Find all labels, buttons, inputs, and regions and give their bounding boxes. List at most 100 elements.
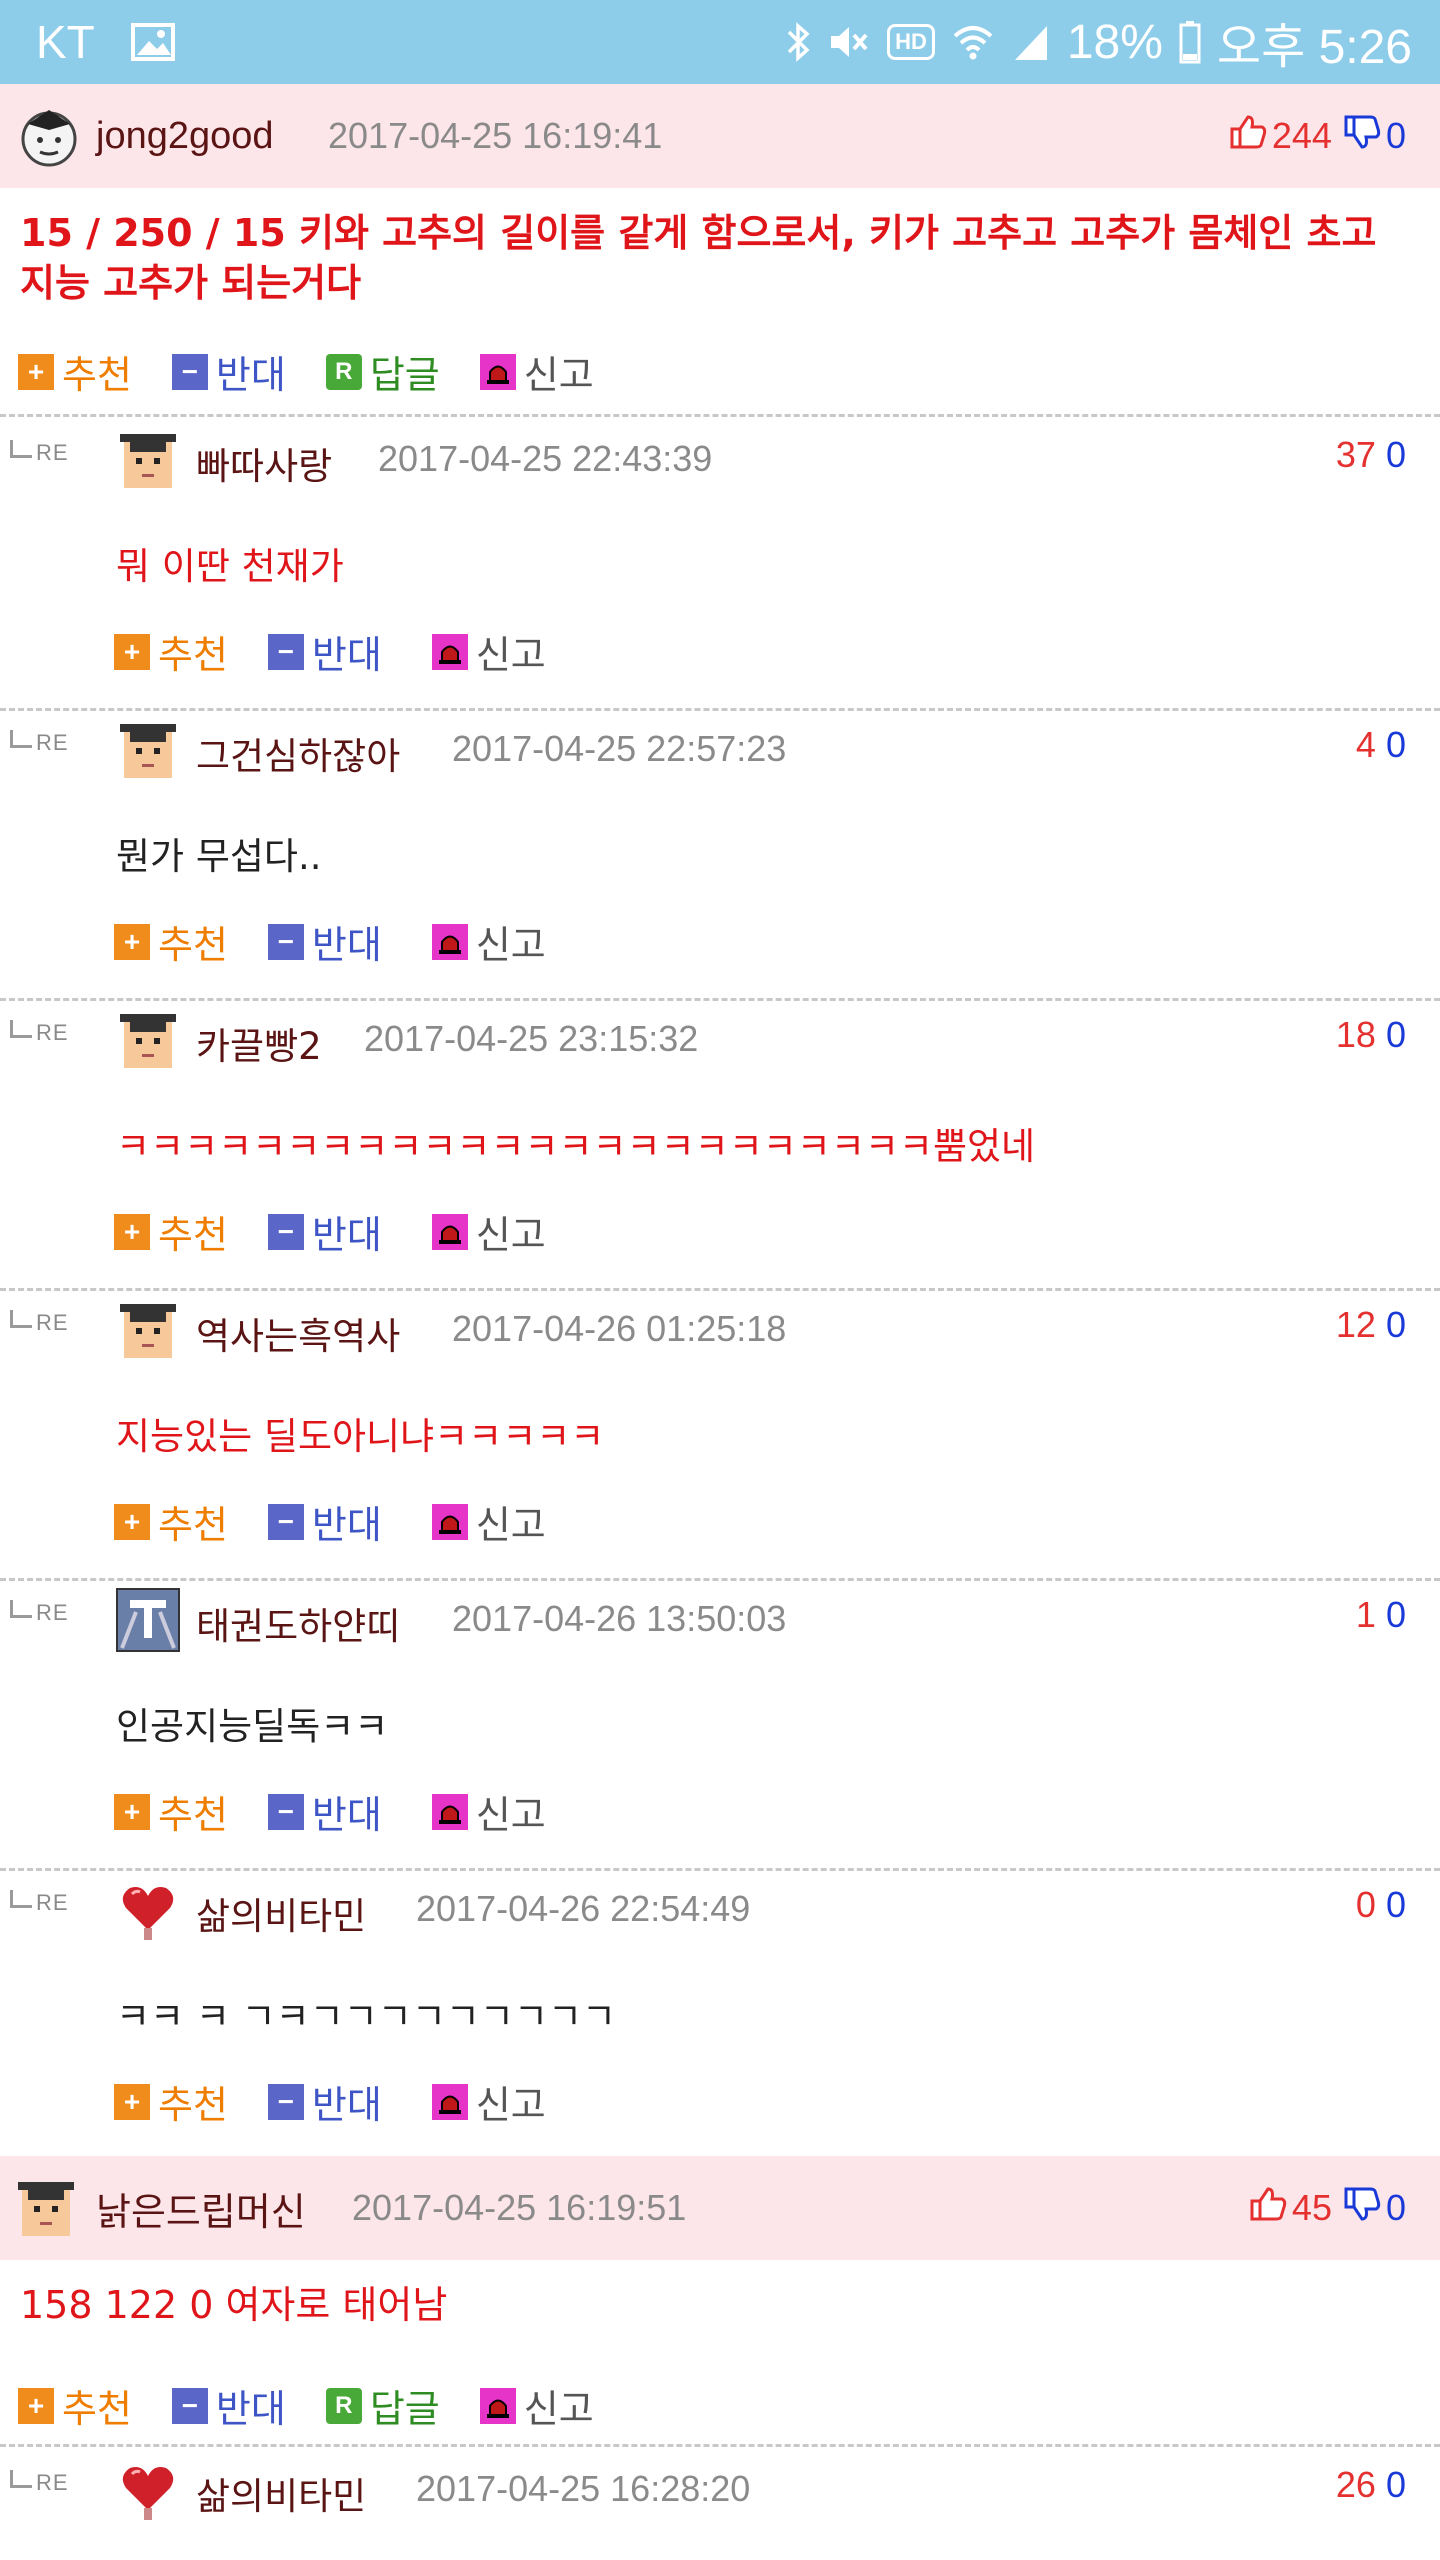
- recommend-button[interactable]: + 추천: [114, 1494, 228, 1549]
- reply-date: 2017-04-26 22:54:49: [416, 1888, 751, 1929]
- recommend-button[interactable]: + 추천: [114, 914, 228, 969]
- siren-icon: [431, 1793, 468, 1830]
- avatar: [116, 718, 180, 782]
- reply-arrow-icon: RE: [10, 1890, 69, 1916]
- reply-date: 2017-04-26 13:50:03: [452, 1598, 787, 1639]
- siren-icon: [479, 2387, 516, 2424]
- oppose-button[interactable]: − 반대: [267, 1204, 382, 1259]
- minus-icon: −: [267, 923, 304, 960]
- plus-icon: +: [114, 1503, 150, 1540]
- oppose-button[interactable]: − 반대: [171, 344, 286, 399]
- divider: [0, 2444, 1440, 2447]
- report-button[interactable]: 신고: [431, 624, 546, 679]
- reply-votes: 4 0: [1356, 724, 1406, 766]
- upvote-count: 0: [1355, 1884, 1376, 1925]
- upvote-count: 26: [1335, 2464, 1376, 2505]
- status-bar: KT HD 18% 오후 5:26: [0, 0, 1440, 84]
- wifi-icon: [951, 22, 995, 62]
- recommend-button[interactable]: + 추천: [114, 1784, 228, 1839]
- avatar: [116, 428, 180, 492]
- upvote-count: 45: [1291, 2187, 1332, 2228]
- divider: [0, 1288, 1440, 1291]
- recommend-button[interactable]: + 추천: [18, 344, 132, 399]
- reply-nickname[interactable]: 역사는흑역사: [196, 1306, 400, 1360]
- minus-icon: −: [171, 353, 208, 390]
- reply-actions: + 추천 − 반대 신고: [114, 624, 586, 679]
- avatar: [116, 2458, 180, 2522]
- battery-icon: [1179, 20, 1201, 64]
- upvote-count: 4: [1355, 724, 1376, 765]
- reply-actions: + 추천 − 반대 신고: [114, 1494, 586, 1549]
- carrier-label: KT: [36, 16, 95, 68]
- clock: 오후 5:26: [1216, 21, 1412, 74]
- reply-content: 뭔가 무섭다..: [116, 835, 322, 878]
- recommend-button[interactable]: + 추천: [18, 2378, 132, 2433]
- report-button[interactable]: 신고: [431, 1204, 546, 1259]
- plus-icon: +: [18, 2387, 54, 2424]
- signal-icon: [1011, 22, 1051, 62]
- vote-counts: 244 0: [1228, 113, 1406, 160]
- avatar: [116, 1588, 180, 1652]
- report-button[interactable]: 신고: [431, 1784, 546, 1839]
- upvote-count: 12: [1335, 1304, 1376, 1345]
- author-nickname[interactable]: jong2good: [96, 115, 274, 158]
- avatar: [14, 2176, 78, 2240]
- recommend-button[interactable]: + 추천: [114, 2074, 228, 2129]
- downvote-count: 0: [1385, 724, 1406, 765]
- reply-button[interactable]: R 답글: [325, 344, 440, 399]
- plus-icon: +: [18, 353, 54, 390]
- reply-arrow-icon: RE: [10, 730, 69, 756]
- downvote-count: 0: [1385, 434, 1406, 475]
- report-button[interactable]: 신고: [479, 2378, 594, 2433]
- recommend-button[interactable]: + 추천: [114, 624, 228, 679]
- reply-arrow-icon: RE: [10, 2470, 69, 2496]
- reply-arrow-icon: RE: [10, 1020, 69, 1046]
- post-header: jong2good 2017-04-25 16:19:41 244 0: [0, 84, 1440, 188]
- reply-date: 2017-04-25 22:57:23: [452, 728, 787, 769]
- oppose-button[interactable]: − 반대: [267, 914, 382, 969]
- reply-nickname[interactable]: 삶의비타민: [196, 2466, 366, 2520]
- post-content-line: 15 / 250 / 15 키와 고추의 길이를 같게 함으로서, 키가 고추고…: [20, 211, 1377, 255]
- reply-content: ㅋㅋㅋㅋㅋㅋㅋㅋㅋㅋㅋㅋㅋㅋㅋㅋㅋㅋㅋㅋㅋㅋㅋㅋ뿜었네: [116, 1125, 1036, 1168]
- reply-date: 2017-04-26 01:25:18: [452, 1308, 787, 1349]
- reply-votes: 26 0: [1336, 2464, 1406, 2506]
- post-actions: + 추천 − 반대 R 답글 신고: [18, 344, 634, 399]
- reply-actions: + 추천 − 반대 신고: [114, 1784, 586, 1839]
- upvote-count: 1: [1355, 1594, 1376, 1635]
- report-button[interactable]: 신고: [431, 914, 546, 969]
- plus-icon: +: [114, 633, 150, 670]
- plus-icon: +: [114, 2083, 150, 2120]
- reply-r-icon: R: [325, 2387, 362, 2424]
- post-actions: + 추천 − 반대 R 답글 신고: [18, 2378, 634, 2433]
- report-button[interactable]: 신고: [479, 344, 594, 399]
- thumbs-up-icon: [1228, 113, 1268, 160]
- reply-button[interactable]: R 답글: [325, 2378, 440, 2433]
- reply-nickname[interactable]: 빠따사랑: [196, 436, 332, 490]
- reply-nickname[interactable]: 태권도하얀띠: [196, 1596, 400, 1650]
- plus-icon: +: [114, 1793, 150, 1830]
- post-date: 2017-04-25 16:19:41: [328, 115, 663, 156]
- reply-arrow-icon: RE: [10, 440, 69, 466]
- oppose-button[interactable]: − 반대: [267, 1784, 382, 1839]
- oppose-button[interactable]: − 반대: [267, 624, 382, 679]
- battery-percent: 18%: [1066, 15, 1163, 69]
- downvote-count: 0: [1385, 2464, 1406, 2505]
- recommend-button[interactable]: + 추천: [114, 1204, 228, 1259]
- oppose-button[interactable]: − 반대: [171, 2378, 286, 2433]
- author-nickname[interactable]: 낡은드립머신: [96, 2181, 306, 2236]
- reply-nickname[interactable]: 그건심하잖아: [196, 726, 400, 780]
- avatar: [18, 106, 80, 168]
- reply-nickname[interactable]: 카끌빵2: [196, 1016, 322, 1070]
- post-date: 2017-04-25 16:19:51: [352, 2187, 687, 2228]
- plus-icon: +: [114, 1213, 150, 1250]
- report-button[interactable]: 신고: [431, 2074, 546, 2129]
- reply-votes: 37 0: [1336, 434, 1406, 476]
- mute-icon: [827, 22, 871, 62]
- report-button[interactable]: 신고: [431, 1494, 546, 1549]
- minus-icon: −: [267, 633, 304, 670]
- post-content-line: 지능 고추가 되는거다: [20, 261, 362, 305]
- oppose-button[interactable]: − 반대: [267, 1494, 382, 1549]
- thumbs-down-icon: [1342, 2185, 1382, 2232]
- oppose-button[interactable]: − 반대: [267, 2074, 382, 2129]
- reply-nickname[interactable]: 삶의비타민: [196, 1886, 366, 1940]
